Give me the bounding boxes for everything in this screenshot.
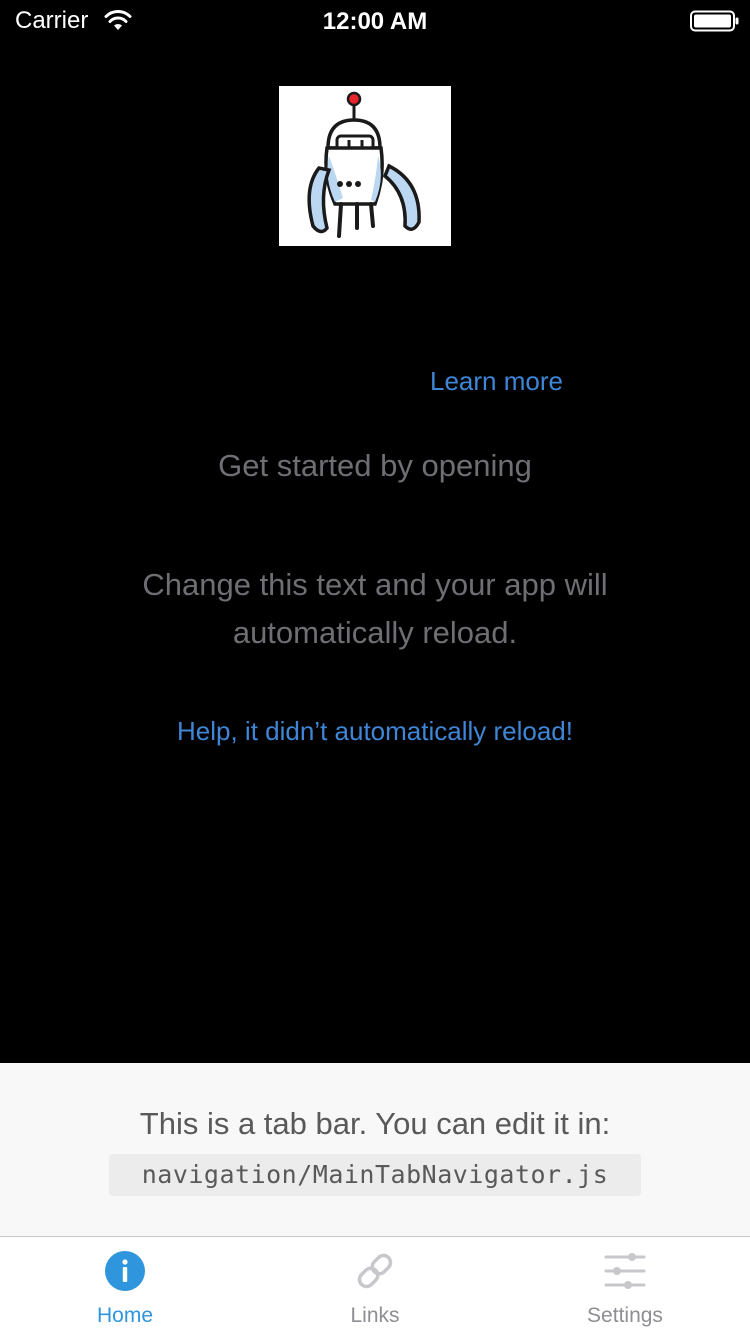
status-time: 12:00 AM [322, 8, 428, 35]
tab-links-label: Links [350, 1304, 400, 1327]
tab-settings-label: Settings [587, 1304, 663, 1327]
get-started-text: Get started by opening [218, 448, 532, 483]
tab-settings[interactable]: Settings [500, 1237, 750, 1334]
tab-bar-info-text: This is a tab bar. You can edit it in: [139, 1106, 611, 1141]
tab-links[interactable]: Links [250, 1237, 500, 1334]
app-logo [279, 86, 451, 246]
status-bar: Carrier 12:00 AM [0, 0, 750, 42]
change-text-paragraph: Change this text and your app will autom… [0, 561, 750, 657]
change-text-line: Change this text and your app will [142, 567, 608, 602]
app-screen: Carrier 12:00 AM Learn more Get started … [0, 0, 750, 1334]
info-icon [105, 1251, 145, 1291]
bottom-tab-bar: Home Links Settings [0, 1236, 750, 1334]
learn-more-link[interactable]: Learn more [430, 364, 563, 398]
change-text-line: automatically reload. [232, 615, 518, 650]
file-path-code: navigation/MainTabNavigator.js [109, 1154, 641, 1196]
sliders-icon [604, 1253, 646, 1289]
tab-home-label: Home [96, 1304, 154, 1327]
tab-bar-info-panel [0, 1063, 750, 1236]
link-icon [357, 1253, 393, 1289]
robot-icon [307, 91, 421, 238]
battery-full-icon [690, 10, 739, 32]
help-reload-link[interactable]: Help, it didn’t automatically reload! [0, 714, 750, 748]
tab-home[interactable]: Home [0, 1237, 250, 1334]
